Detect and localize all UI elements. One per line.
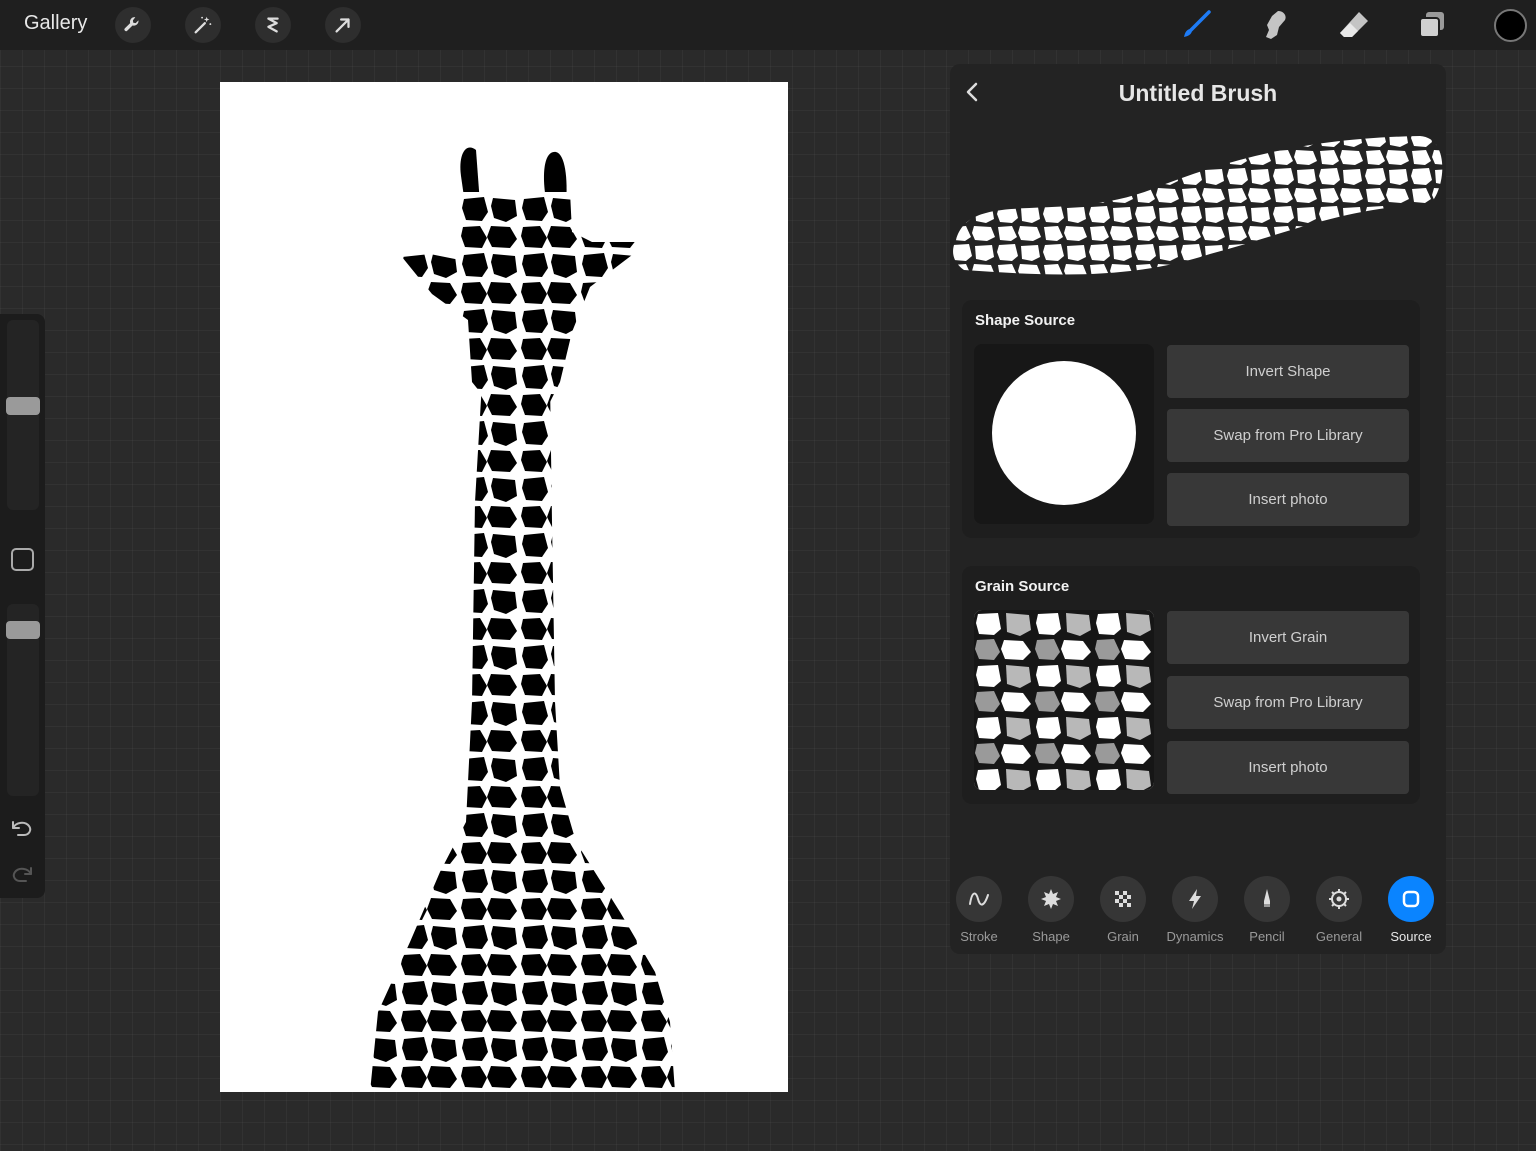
grain-source-title: Grain Source <box>975 578 1070 595</box>
gear-icon <box>1316 876 1362 922</box>
tab-label: Stroke <box>960 929 998 944</box>
gallery-button[interactable]: Gallery <box>24 12 87 35</box>
color-picker-button[interactable] <box>1494 9 1527 42</box>
round-shape-preview <box>992 361 1136 505</box>
brush-studio-panel: Untitled Brush Shape Source Invert Shape… <box>950 64 1446 954</box>
source-square-icon <box>1388 876 1434 922</box>
lightning-icon <box>1172 876 1218 922</box>
tab-label: Pencil <box>1249 929 1285 944</box>
tab-shape[interactable]: Shape <box>1015 876 1087 944</box>
tab-label: General <box>1315 929 1363 944</box>
paintbrush-icon[interactable] <box>1178 7 1214 43</box>
tab-grain[interactable]: Grain <box>1087 876 1159 944</box>
top-toolbar: Gallery <box>0 0 1536 50</box>
giraffe-grain-texture <box>974 610 1154 790</box>
left-sidebar <box>0 314 45 898</box>
brush-title: Untitled Brush <box>1118 80 1278 106</box>
tab-label: Source <box>1390 929 1432 944</box>
tab-label: Grain <box>1107 929 1139 944</box>
shape-source-section: Shape Source Invert Shape Swap from Pro … <box>962 300 1420 538</box>
tab-general[interactable]: General <box>1303 876 1375 944</box>
grain-checker-icon <box>1100 876 1146 922</box>
shape-star-icon <box>1028 876 1074 922</box>
swap-grain-library-button[interactable]: Swap from Pro Library <box>1167 676 1409 729</box>
modify-button[interactable] <box>11 548 34 571</box>
redo-icon[interactable] <box>9 862 35 886</box>
insert-grain-photo-button[interactable]: Insert photo <box>1167 741 1409 794</box>
magic-wand-icon[interactable] <box>185 7 221 43</box>
eraser-icon[interactable] <box>1336 7 1372 43</box>
invert-shape-button[interactable]: Invert Shape <box>1167 345 1409 398</box>
giraffe-artwork <box>370 147 675 1092</box>
tab-source[interactable]: Source <box>1375 876 1447 944</box>
brush-size-slider-thumb[interactable] <box>6 397 40 416</box>
tab-dynamics[interactable]: Dynamics <box>1159 876 1231 944</box>
grain-thumbnail[interactable] <box>974 610 1154 790</box>
insert-shape-photo-button[interactable]: Insert photo <box>1167 473 1409 526</box>
undo-icon[interactable] <box>9 816 35 840</box>
grain-source-section: Grain Source Invert Grain Swap from Pro … <box>962 566 1420 804</box>
transform-arrow-icon[interactable] <box>325 7 361 43</box>
stroke-wave-icon <box>956 876 1002 922</box>
invert-grain-button[interactable]: Invert Grain <box>1167 611 1409 664</box>
tab-pencil[interactable]: Pencil <box>1231 876 1303 944</box>
layers-icon[interactable] <box>1414 7 1450 43</box>
pencil-tip-icon <box>1244 876 1290 922</box>
brush-settings-tabs: Stroke Shape Grain Dynamics Pencil Gener… <box>950 876 1446 946</box>
shape-thumbnail[interactable] <box>974 344 1154 524</box>
smudge-icon[interactable] <box>1257 7 1293 43</box>
shape-source-title: Shape Source <box>975 312 1076 329</box>
opacity-slider-thumb[interactable] <box>6 621 40 640</box>
drawing-canvas[interactable] <box>220 82 788 1092</box>
tab-stroke[interactable]: Stroke <box>943 876 1015 944</box>
tab-label: Shape <box>1032 929 1070 944</box>
selection-icon[interactable] <box>255 7 291 43</box>
tab-label: Dynamics <box>1166 929 1224 944</box>
wrench-icon[interactable] <box>115 7 151 43</box>
swap-shape-library-button[interactable]: Swap from Pro Library <box>1167 409 1409 462</box>
brush-stroke-preview[interactable] <box>950 128 1446 288</box>
